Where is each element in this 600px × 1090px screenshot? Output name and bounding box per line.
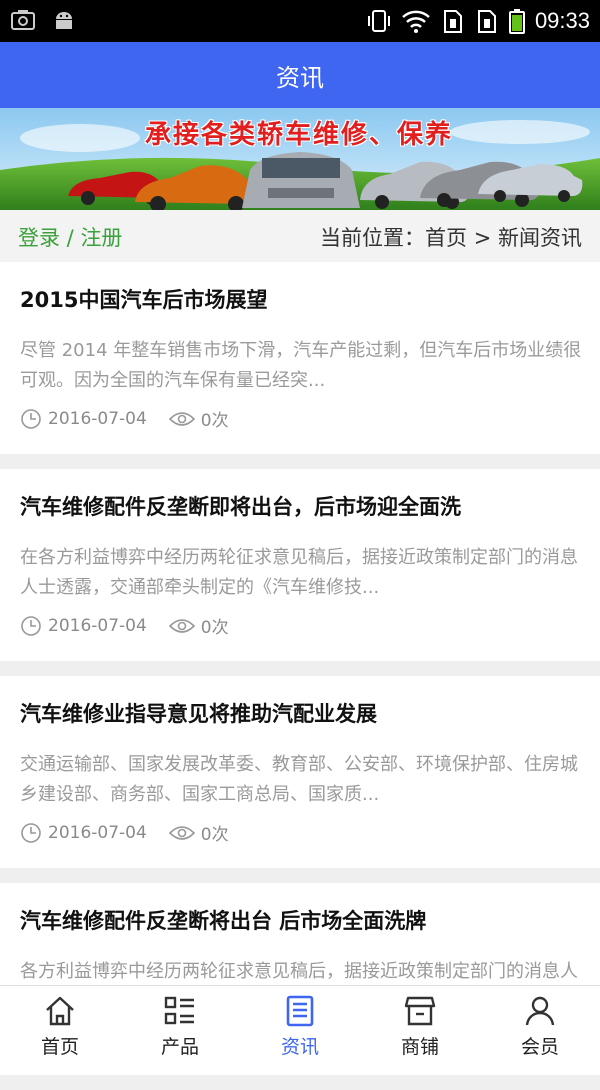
news-summary: 尽管 2014 年整车销售市场下滑，汽车产能过剩，但汽车后市场业绩很可观。因为全… <box>20 340 582 391</box>
login-link[interactable]: 登录 <box>18 226 60 250</box>
tab-store[interactable]: 商铺 <box>360 986 480 1068</box>
eye-icon <box>168 825 195 840</box>
vibrate-icon <box>367 10 390 32</box>
news-item[interactable]: 汽车维修业指导意见将推助汽配业发展 交通运输部、国家发展改革委、教育部、公安部、… <box>0 676 600 868</box>
news-list: 2015中国汽车后市场展望 尽管 2014 年整车销售市场下滑，汽车产能过剩，但… <box>0 262 600 1090</box>
news-meta: 2016-07-04 0次 <box>20 406 229 431</box>
tab-label: 商铺 <box>400 1036 439 1058</box>
news-title[interactable]: 2015中国汽车后市场展望 <box>20 284 267 314</box>
screenshot-icon <box>11 10 35 30</box>
register-link[interactable]: 注册 <box>80 226 122 250</box>
wifi-icon <box>402 10 430 33</box>
tab-news[interactable]: 资讯 <box>240 986 360 1068</box>
eye-icon <box>168 411 195 426</box>
news-views: 0次 <box>200 411 229 431</box>
clock-icon <box>21 822 41 843</box>
user-icon <box>525 996 555 1026</box>
news-meta: 2016-07-04 0次 <box>20 613 229 638</box>
app-header: 资讯 <box>0 42 600 108</box>
document-icon <box>286 995 314 1027</box>
banner-text: 承接各类轿车维修、保养 <box>145 120 454 150</box>
news-summary: 交通运输部、国家发展改革委、教育部、公安部、环境保护部、住房城乡建设部、商务部、… <box>20 754 578 805</box>
news-title[interactable]: 汽车维修业指导意见将推助汽配业发展 <box>20 698 377 728</box>
tab-label: 资讯 <box>280 1036 319 1058</box>
news-date: 2016-07-04 <box>48 615 147 636</box>
news-views: 0次 <box>200 825 229 845</box>
auth-separator: / <box>60 226 81 250</box>
breadcrumb: 当前位置：首页 > 新闻资讯 <box>320 226 582 250</box>
news-title[interactable]: 汽车维修配件反垄断将出台 后市场全面洗牌 <box>20 905 426 935</box>
news-summary: 在各方利益博弈中经历两轮征求意见稿后，据接近政策制定部门的消息人士透露，交通部牵… <box>20 547 578 598</box>
news-views: 0次 <box>200 618 229 638</box>
status-time: 09:33 <box>534 8 590 33</box>
tab-products[interactable]: 产品 <box>120 986 240 1068</box>
news-date: 2016-07-04 <box>48 408 147 429</box>
breadcrumb-bar: 登录 / 注册 当前位置：首页 > 新闻资讯 <box>0 210 600 263</box>
news-item[interactable]: 2015中国汽车后市场展望 尽管 2014 年整车销售市场下滑，汽车产能过剩，但… <box>0 262 600 454</box>
news-item[interactable]: 汽车维修配件反垄断即将出台，后市场迎全面洗 在各方利益博弈中经历两轮征求意见稿后… <box>0 469 600 661</box>
clock-icon <box>21 615 41 636</box>
home-icon <box>46 996 74 1026</box>
news-title[interactable]: 汽车维修配件反垄断即将出台，后市场迎全面洗 <box>20 491 461 521</box>
clock-icon <box>21 408 41 429</box>
sim2-signal-icon <box>477 10 496 33</box>
android-icon <box>56 12 72 29</box>
eye-icon <box>168 618 195 633</box>
auth-links: 登录 / 注册 <box>18 222 122 252</box>
promo-banner[interactable]: 承接各类轿车维修、保养 <box>0 108 600 210</box>
page-title: 资讯 <box>276 63 324 92</box>
tab-label: 产品 <box>160 1036 199 1058</box>
store-icon <box>404 996 436 1026</box>
sim1-signal-icon <box>443 10 462 33</box>
status-bar: 09:33 <box>0 0 600 42</box>
news-meta: 2016-07-04 0次 <box>20 820 229 845</box>
tab-label: 首页 <box>40 1036 79 1058</box>
grid-list-icon <box>164 996 194 1025</box>
tab-member[interactable]: 会员 <box>480 986 600 1068</box>
tab-label: 会员 <box>520 1036 559 1058</box>
battery-icon <box>508 9 525 34</box>
news-date: 2016-07-04 <box>48 822 147 843</box>
bottom-tab-bar: 首页 产品 资讯 商铺 会员 <box>0 985 600 1068</box>
tab-home[interactable]: 首页 <box>0 986 120 1068</box>
